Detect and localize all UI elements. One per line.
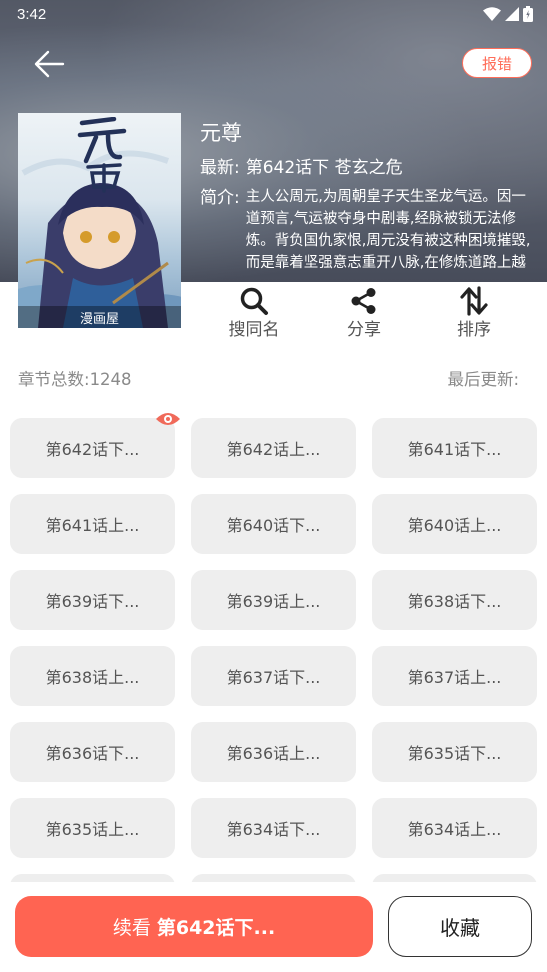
continue-prefix: 续看: [112, 917, 151, 939]
status-bar: 3:42: [0, 0, 547, 30]
comic-title: 元尊: [200, 121, 242, 145]
share-button[interactable]: 分享: [324, 284, 404, 342]
status-time: 3:42: [17, 6, 47, 23]
chapter-item[interactable]: 第636话下...: [10, 722, 175, 782]
last-update-label: 最后更新:: [447, 370, 519, 389]
action-bar: 搜同名 分享 排序: [200, 284, 547, 344]
latest-value: 第642话下 苍玄之危: [245, 158, 403, 178]
arrow-left-icon: [34, 50, 65, 78]
chapter-count: 章节总数:1248: [18, 366, 132, 390]
share-label: 分享: [347, 320, 381, 340]
signal-icon: [505, 7, 519, 21]
report-error-button[interactable]: 报错: [462, 48, 532, 78]
search-same-name-button[interactable]: 搜同名: [214, 284, 294, 342]
share-icon: [351, 288, 376, 314]
latest-label: 最新:: [200, 158, 240, 178]
chapter-item[interactable]: 第641话上...: [10, 494, 175, 554]
favorite-button[interactable]: 收藏: [388, 896, 532, 957]
reading-eye-icon: [156, 413, 180, 425]
search-icon: [240, 287, 268, 315]
chapter-item[interactable]: [372, 874, 537, 882]
sort-label: 排序: [457, 320, 491, 340]
sort-icon: [460, 286, 488, 316]
comic-cover[interactable]: 漫画屋: [18, 113, 181, 328]
chapter-item[interactable]: 第634话下...: [191, 798, 356, 858]
search-same-name-label: 搜同名: [228, 320, 280, 340]
chapter-item[interactable]: 第637话下...: [191, 646, 356, 706]
chapter-count-value: 1248: [89, 370, 132, 389]
cover-title-logo: [77, 117, 127, 193]
wifi-icon: [483, 7, 501, 21]
chapter-grid: 第642话下... 第642话上... 第641话下... 第641话上... …: [10, 418, 537, 882]
bottom-bar: 续看 第642话下... 收藏: [0, 882, 547, 972]
synopsis-text: 主人公周元,为周朝皇子天生圣龙气运。因一道预言,气运被夺身中剧毒,经脉被锁无法修…: [245, 189, 531, 271]
latest-chapter[interactable]: 最新: 第642话下 苍玄之危: [200, 156, 535, 180]
chapter-item[interactable]: 第639话上...: [191, 570, 356, 630]
back-button[interactable]: [30, 46, 70, 82]
continue-chapter: 第642话下...: [156, 917, 276, 939]
sort-button[interactable]: 排序: [434, 284, 514, 342]
chapter-item[interactable]: 第641话下...: [372, 418, 537, 478]
battery-icon: [523, 6, 533, 22]
continue-reading-button[interactable]: 续看 第642话下...: [15, 896, 373, 957]
chapter-item[interactable]: 第638话下...: [372, 570, 537, 630]
synopsis-label: 简介:: [200, 188, 240, 208]
cover-source-label: 漫画屋: [18, 306, 181, 328]
chapter-item[interactable]: 第640话下...: [191, 494, 356, 554]
chapter-item[interactable]: 第635话下...: [372, 722, 537, 782]
chapter-item[interactable]: 第634话上...: [372, 798, 537, 858]
synopsis[interactable]: 简介: 主人公周元,为周朝皇子天生圣龙气运。因一道预言,气运被夺身中剧毒,经脉被…: [200, 186, 535, 274]
chapter-item[interactable]: 第642话下...: [10, 418, 175, 478]
chapter-meta: 章节总数:1248 最后更新:: [18, 366, 529, 390]
chapter-item[interactable]: 第635话上...: [10, 798, 175, 858]
chapter-item[interactable]: 第636话上...: [191, 722, 356, 782]
chapter-count-label: 章节总数:: [18, 370, 90, 389]
status-icons: [483, 6, 533, 22]
comic-info: 元尊 最新: 第642话下 苍玄之危 简介: 主人公周元,为周朝皇子天生圣龙气运…: [200, 118, 535, 274]
chapter-item[interactable]: 第639话下...: [10, 570, 175, 630]
chapter-item[interactable]: 第642话上...: [191, 418, 356, 478]
chapter-item[interactable]: [191, 874, 356, 882]
chapter-item[interactable]: [10, 874, 175, 882]
chapter-item[interactable]: 第640话上...: [372, 494, 537, 554]
chapter-item[interactable]: 第638话上...: [10, 646, 175, 706]
chapter-item[interactable]: 第637话上...: [372, 646, 537, 706]
